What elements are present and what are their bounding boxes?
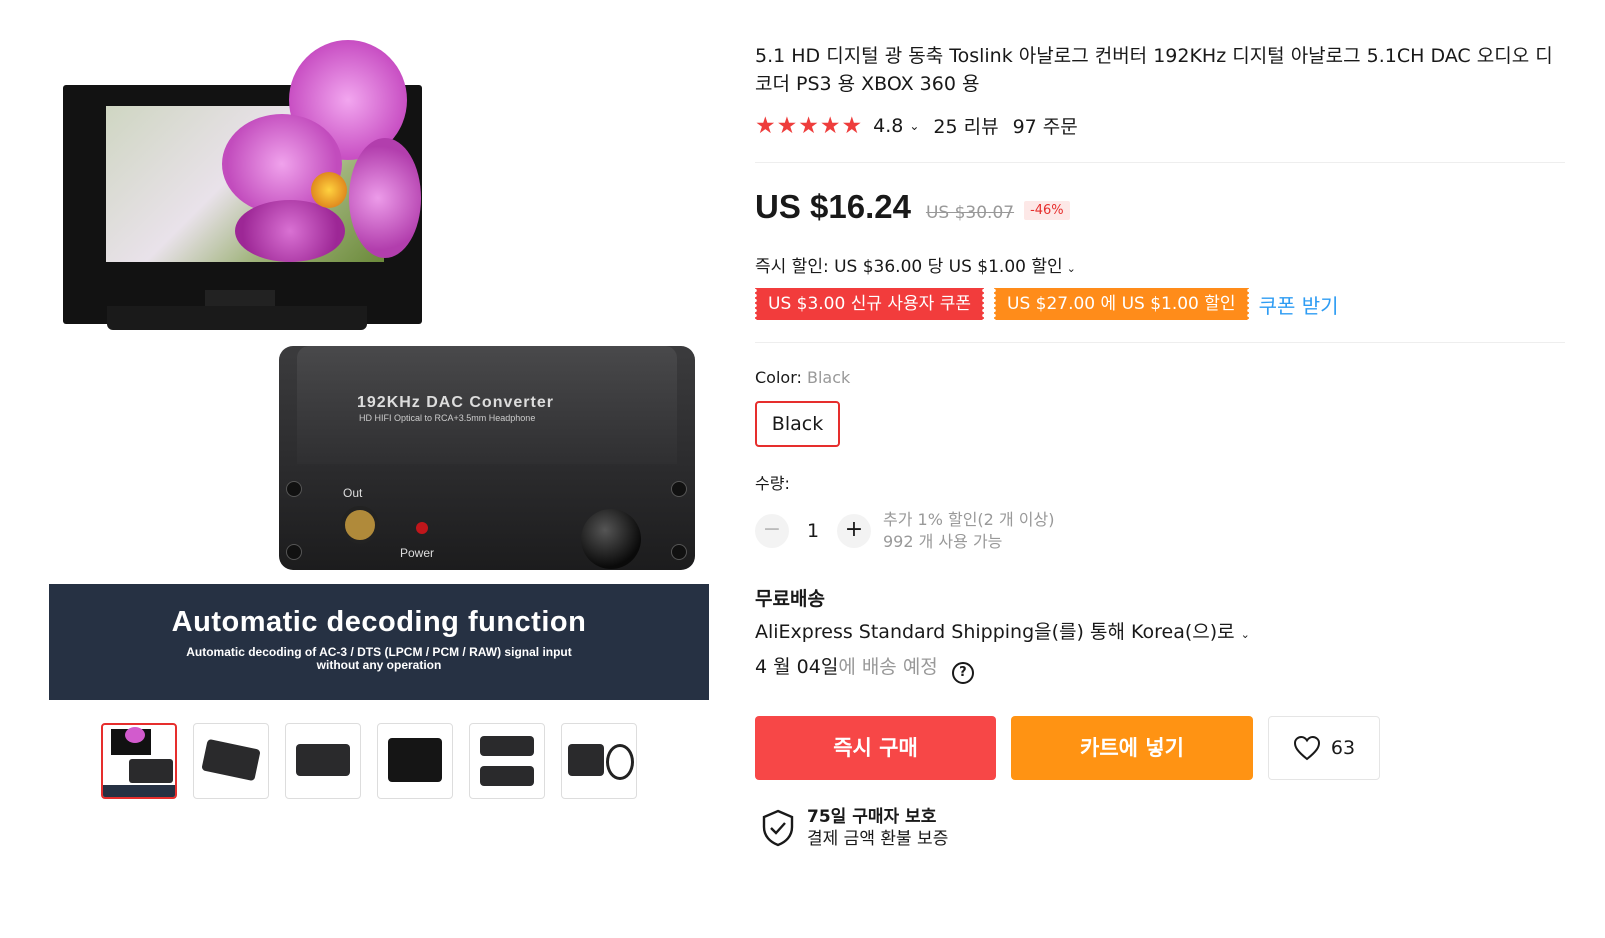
coupon-row: US $3.00 신규 사용자 쿠폰 US $27.00 에 US $1.00 … — [753, 288, 1339, 320]
threshold-coupon[interactable]: US $27.00 에 US $1.00 할인 — [992, 288, 1251, 320]
selected-color: Black — [806, 368, 851, 387]
reviews-link[interactable]: 25 리뷰 — [933, 112, 998, 139]
color-label: Color: Black — [755, 368, 850, 387]
thumbnail-2[interactable] — [193, 723, 269, 799]
chevron-down-icon[interactable]: ⌄ — [909, 119, 919, 133]
color-option-black[interactable]: Black — [755, 401, 840, 447]
chevron-down-icon[interactable]: ⌄ — [1067, 262, 1076, 275]
thumbnail-strip — [101, 723, 637, 799]
delivery-date: 4 월 04일 — [755, 656, 839, 678]
rating-stars-icon: ★★★★★ — [755, 112, 864, 139]
stock-available: 992 개 사용 가능 — [883, 532, 1003, 551]
rating-value[interactable]: 4.8 — [873, 115, 903, 137]
quantity-decrease-button[interactable]: − — [755, 514, 789, 548]
wishlist-count: 63 — [1330, 737, 1356, 759]
shipping-method-text: AliExpress Standard Shipping을(를) 통해 Kore… — [755, 621, 1235, 643]
quantity-hint: 추가 1% 할인(2 개 이상) 992 개 사용 가능 — [883, 509, 1054, 553]
device-subtitle: HD HIFI Optical to RCA+3.5mm Headphone — [359, 413, 536, 423]
help-icon[interactable]: ? — [951, 662, 974, 684]
color-label-text: Color: — [755, 368, 807, 387]
protection-subtitle: 결제 금액 환불 보증 — [807, 829, 949, 849]
buyer-protection: 75일 구매자 보호 결제 금액 환불 보증 — [761, 806, 948, 850]
get-coupon-link[interactable]: 쿠폰 받기 — [1259, 290, 1339, 319]
wishlist-button[interactable]: 63 — [1268, 716, 1380, 780]
thumbnail-1[interactable] — [101, 723, 177, 799]
headphone-jack — [341, 506, 379, 544]
product-title: 5.1 HD 디지털 광 동축 Toslink 아날로그 컨버터 192KHz … — [755, 45, 1553, 95]
buy-now-button[interactable]: 즉시 구매 — [755, 716, 996, 780]
main-product-image[interactable]: 192KHz DAC Converter HD HIFI Optical to … — [49, 40, 709, 700]
orders-count: 97 주문 — [1012, 116, 1078, 138]
thumbnail-3[interactable] — [285, 723, 361, 799]
instant-discount-text: 즉시 할인: US $36.00 당 US $1.00 할인 — [755, 257, 1063, 277]
thumbnail-5[interactable] — [469, 723, 545, 799]
shipping-method[interactable]: AliExpress Standard Shipping을(를) 통해 Kore… — [755, 617, 1250, 644]
quantity-input[interactable]: 1 — [789, 520, 837, 542]
rating-row: ★★★★★ 4.8 ⌄ 25 리뷰 97 주문 — [755, 112, 1078, 139]
chevron-down-icon[interactable]: ⌄ — [1241, 628, 1250, 641]
protection-title: 75일 구매자 보호 — [807, 807, 937, 827]
quantity-label: 수량: — [755, 474, 790, 493]
volume-knob — [581, 509, 641, 569]
quantity-stepper: − 1 + — [755, 514, 871, 548]
quantity-increase-button[interactable]: + — [837, 514, 871, 548]
divider — [755, 342, 1565, 343]
current-price: US $16.24 — [755, 188, 911, 225]
shipping-title: 무료배송 — [755, 588, 825, 610]
thumbnail-4[interactable] — [377, 723, 453, 799]
discount-badge: -46% — [1024, 201, 1070, 220]
delivery-estimate: 4 월 04일에 배송 예정 ? — [755, 652, 974, 684]
banner-subtitle: Automatic decoding of AC-3 / DTS (LPCM /… — [186, 645, 572, 672]
device-power-label: Power — [400, 546, 435, 560]
thumbnail-6[interactable] — [561, 723, 637, 799]
dac-device-image: 192KHz DAC Converter HD HIFI Optical to … — [279, 346, 695, 570]
delivery-suffix: 에 배송 예정 — [838, 656, 938, 678]
banner-title: Automatic decoding function — [171, 606, 587, 638]
price-row: US $16.24 US $30.07 -46% — [755, 188, 1070, 226]
bulk-discount-hint: 추가 1% 할인(2 개 이상) — [883, 510, 1055, 529]
shield-check-icon — [762, 809, 794, 847]
add-to-cart-button[interactable]: 카트에 넣기 — [1011, 716, 1253, 780]
new-user-coupon[interactable]: US $3.00 신규 사용자 쿠폰 — [753, 288, 986, 320]
original-price: US $30.07 — [925, 203, 1015, 223]
divider — [755, 162, 1565, 163]
power-led — [416, 522, 428, 534]
device-title: 192KHz DAC Converter — [357, 394, 554, 411]
device-out-label: Out — [343, 486, 363, 500]
heart-icon — [1293, 735, 1320, 761]
feature-banner: Automatic decoding function Automatic de… — [49, 584, 709, 700]
product-gallery: 192KHz DAC Converter HD HIFI Optical to … — [49, 40, 709, 799]
instant-discount[interactable]: 즉시 할인: US $36.00 당 US $1.00 할인 ⌄ — [755, 252, 1076, 277]
